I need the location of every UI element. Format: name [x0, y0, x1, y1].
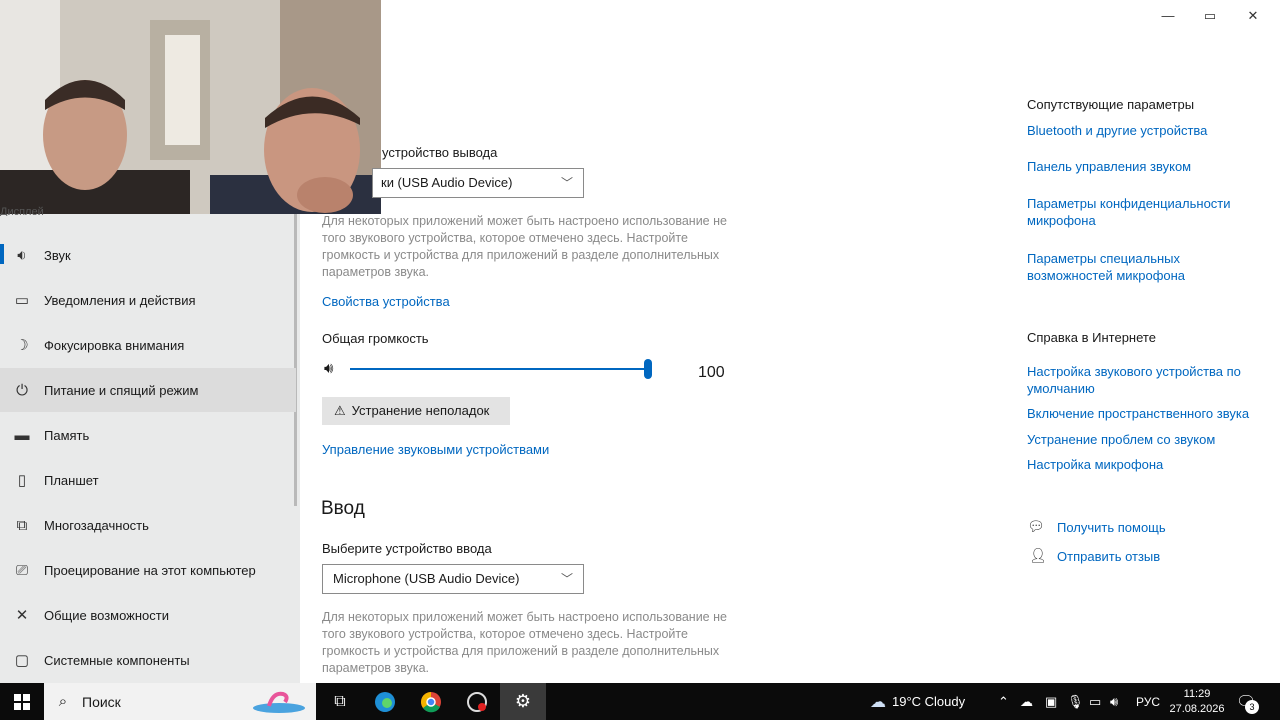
volume-slider-thumb[interactable]: [644, 359, 652, 379]
input-device-label: Выберите устройство ввода: [322, 541, 492, 556]
sidebar-item-power[interactable]: ⏻ Питание и спящий режим: [0, 368, 296, 412]
minimize-button[interactable]: —: [1156, 6, 1180, 26]
manage-sound-devices-link[interactable]: Управление звуковыми устройствами: [322, 442, 549, 457]
components-icon: ▢: [14, 652, 30, 669]
sidebar-item-moon[interactable]: ☽ Фокусировка внимания: [0, 323, 296, 367]
sidebar-item-label: Проецирование на этот компьютер: [44, 562, 256, 578]
sidebar-item-speaker[interactable]: 🔉︎ Звук: [0, 233, 296, 277]
power-icon: ⏻: [16, 381, 28, 399]
speaker-icon: 🔉︎: [17, 246, 27, 264]
feedback-icon: 👤︎: [1029, 547, 1047, 563]
onedrive-icon[interactable]: ☁: [1020, 683, 1033, 720]
sidebar-item-display[interactable]: Дисплей: [0, 206, 140, 216]
related-link-mic-accessibility[interactable]: Параметры специальных возможностей микро…: [1027, 250, 1202, 284]
settings-taskbar-icon[interactable]: ⚙: [500, 683, 546, 720]
input-note: Для некоторых приложений может быть наст…: [322, 610, 727, 675]
sidebar-item-label: Память: [44, 427, 90, 443]
notification-center-icon[interactable]: 🗨︎3: [1236, 683, 1259, 720]
sidebar-item-tablet[interactable]: ▯ Планшет: [0, 458, 296, 502]
sidebar-item-label: Системные компоненты: [44, 652, 190, 668]
help-link-default-device[interactable]: Настройка звукового устройства по умолча…: [1027, 363, 1252, 397]
project-icon: ⎚: [15, 561, 28, 579]
task-view-icon[interactable]: ⧉: [320, 683, 360, 720]
input-device-dropdown[interactable]: Microphone (USB Audio Device) ﹀: [322, 564, 584, 594]
related-link-mic-privacy[interactable]: Параметры конфиденциальности микрофона: [1027, 195, 1242, 229]
chrome-icon[interactable]: [410, 683, 452, 720]
network-icon[interactable]: ▭: [1089, 683, 1101, 720]
sound-settings-main: устройство вывода ки (USB Audio Device) …: [321, 0, 1022, 683]
sidebar-item-components[interactable]: ▢ Системные компоненты: [0, 638, 296, 682]
settings-window: — ▭ ✕ 🔉︎ Звук ▭ Уведомления и действия ☽ Фоку…: [0, 0, 1280, 683]
search-placeholder: Поиск: [82, 693, 121, 710]
output-device-value: ки (USB Audio Device): [381, 175, 513, 190]
related-heading: Сопутствующие параметры: [1027, 97, 1195, 112]
warning-icon: ⚠: [334, 403, 346, 418]
moon-icon: ☽: [15, 337, 29, 354]
flamingo-icon: [253, 691, 305, 713]
help-link-spatial-sound[interactable]: Включение пространственного звука: [1027, 405, 1257, 422]
sidebar-item-multitask[interactable]: ⧉ Многозадачность: [0, 503, 296, 547]
troubleshoot-label: Устранение неполадок: [351, 403, 490, 418]
device-properties-link[interactable]: Свойства устройства: [322, 294, 450, 309]
start-button[interactable]: [0, 683, 44, 720]
microphone-icon[interactable]: 🎙︎: [1067, 683, 1084, 720]
show-hidden-icons[interactable]: ⌃: [998, 683, 1009, 720]
help-link-sound-problems[interactable]: Устранение проблем со звуком: [1027, 431, 1257, 448]
troubleshoot-button[interactable]: ⚠ Устранение неполадок: [322, 397, 510, 425]
weather-widget[interactable]: ☁ 19°C Cloudy: [870, 683, 965, 720]
taskbar-search[interactable]: ⌕ Поиск: [44, 683, 316, 720]
help-heading: Справка в Интернете: [1027, 330, 1156, 345]
storage-icon: ▬: [14, 426, 30, 444]
sidebar-item-label: Планшет: [44, 472, 99, 488]
cloud-icon: ☁: [870, 693, 886, 711]
input-heading: Ввод: [321, 498, 365, 519]
help-link-microphone[interactable]: Настройка микрофона: [1027, 456, 1257, 473]
related-link-sound-panel[interactable]: Панель управления звуком: [1027, 158, 1257, 175]
sidebar-item-storage[interactable]: ▬ Память: [0, 413, 296, 457]
related-link-bluetooth[interactable]: Bluetooth и другие устройства: [1027, 122, 1257, 139]
input-device-value: Microphone (USB Audio Device): [333, 571, 520, 586]
notification-count-badge: 3: [1245, 700, 1259, 714]
taskbar: ⌕ Поиск ⧉ ⚙ ☁ 19°C Cloudy ⌃ ☁ ▣ 🎙︎ ▭ 🔊︎ …: [0, 683, 1280, 720]
clock[interactable]: 11:29 27.08.2026: [1168, 683, 1226, 720]
output-device-label: устройство вывода: [382, 145, 498, 160]
recorder-icon[interactable]: [456, 683, 498, 720]
chevron-down-icon: ﹀: [560, 572, 573, 586]
chevron-down-icon: ﹀: [560, 176, 573, 190]
output-note: Для некоторых приложений может быть наст…: [322, 214, 727, 279]
sidebar-item-label: Звук: [44, 247, 71, 263]
sidebar-item-notification[interactable]: ▭ Уведомления и действия: [0, 278, 296, 322]
volume-label: Общая громкость: [322, 331, 429, 346]
close-button[interactable]: ✕: [1241, 6, 1265, 26]
shared-icon: ✕: [15, 607, 29, 624]
get-help-link[interactable]: Получить помощь: [1057, 519, 1280, 536]
windows-logo-icon: [14, 693, 30, 710]
sidebar-item-label: Уведомления и действия: [44, 292, 196, 308]
speaker-volume-icon[interactable]: 🔊︎: [324, 360, 333, 377]
tablet-icon: ▯: [17, 472, 27, 489]
volume-tray-icon[interactable]: 🔊︎: [1110, 683, 1118, 720]
get-help-icon: 💬︎: [1027, 518, 1045, 534]
volume-value: 100: [698, 364, 725, 381]
language-indicator[interactable]: РУС: [1136, 683, 1160, 720]
search-icon: ⌕: [58, 693, 68, 710]
multitask-icon: ⧉: [16, 516, 28, 534]
maximize-button[interactable]: ▭: [1198, 6, 1222, 26]
clock-time: 11:29: [1183, 687, 1211, 700]
sidebar-item-shared[interactable]: ✕ Общие возможности: [0, 593, 296, 637]
sidebar-item-label: Питание и спящий режим: [44, 382, 199, 398]
clock-date: 27.08.2026: [1169, 702, 1225, 715]
sidebar-item-project[interactable]: ⎚ Проецирование на этот компьютер: [0, 548, 296, 592]
send-feedback-link[interactable]: Отправить отзыв: [1057, 548, 1280, 565]
camera-icon[interactable]: ▣: [1045, 683, 1057, 720]
output-device-dropdown[interactable]: ки (USB Audio Device) ﹀: [372, 168, 584, 198]
weather-text: 19°C Cloudy: [892, 694, 966, 709]
sidebar-item-label: Общие возможности: [44, 607, 170, 623]
sidebar-item-label: Фокусировка внимания: [44, 337, 185, 353]
notification-icon: ▭: [14, 292, 30, 309]
sidebar-item-label: Многозадачность: [44, 517, 149, 533]
edge-icon[interactable]: [364, 683, 406, 720]
volume-slider-track[interactable]: [350, 368, 648, 370]
